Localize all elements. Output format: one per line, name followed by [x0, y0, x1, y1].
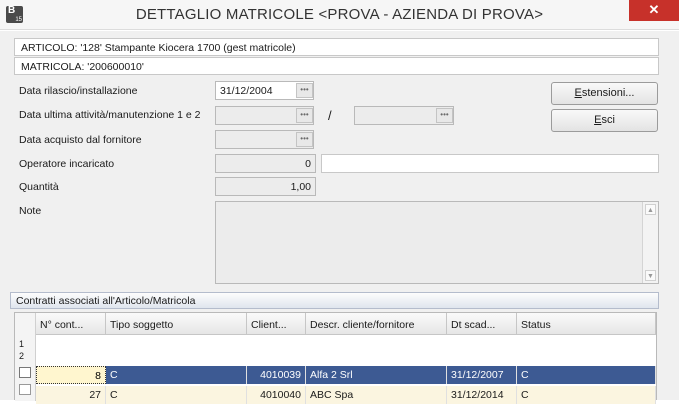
data-acquisto-label: Data acquisto dal fornitore: [19, 134, 142, 146]
esci-button[interactable]: Esci: [551, 109, 658, 132]
quantita-label: Quantità: [19, 181, 59, 193]
cell-cliente[interactable]: 4010039: [247, 366, 306, 384]
matricola-info: MATRICOLA: '200600010': [14, 57, 659, 75]
col-header-cliente[interactable]: Client...: [247, 313, 306, 335]
cell-scadenza[interactable]: 31/12/2007: [447, 366, 517, 384]
contracts-grid[interactable]: 1 2 N° cont... Tipo soggetto Client... D…: [14, 312, 657, 404]
ellipsis-icon: •••: [300, 110, 309, 119]
col-header-descrizione[interactable]: Descr. cliente/fornitore: [306, 313, 447, 335]
data-ultima-1-picker-button[interactable]: •••: [296, 108, 313, 123]
row-index-1: 1: [19, 339, 25, 349]
cell-status[interactable]: C: [517, 386, 656, 404]
cell-descrizione[interactable]: ABC Spa: [306, 386, 447, 404]
col-header-numero[interactable]: N° cont...: [36, 313, 106, 335]
date-separator: /: [328, 108, 332, 123]
data-acquisto-picker-button[interactable]: •••: [296, 132, 313, 147]
data-ultima-label: Data ultima attività/manutenzione 1 e 2: [19, 109, 201, 121]
ellipsis-icon: •••: [300, 85, 309, 94]
note-label: Note: [19, 205, 42, 217]
col-header-tipo[interactable]: Tipo soggetto: [106, 313, 247, 335]
window-title: DETTAGLIO MATRICOLE <PROVA - AZIENDA DI …: [135, 6, 544, 23]
cell-scadenza[interactable]: 31/12/2014: [447, 386, 517, 404]
data-ultima-2-picker-button[interactable]: •••: [436, 108, 453, 123]
grid-list-icon[interactable]: [19, 384, 31, 395]
title-bar: B 15 DETTAGLIO MATRICOLE <PROVA - AZIEND…: [0, 0, 679, 30]
cell-descrizione[interactable]: Alfa 2 Srl: [306, 366, 447, 384]
scroll-up-icon[interactable]: ▲: [645, 204, 656, 215]
grid-row-header: 1 2: [15, 313, 36, 401]
cell-status[interactable]: C: [517, 366, 656, 384]
data-rilascio-picker-button[interactable]: •••: [296, 83, 313, 98]
col-header-scadenza[interactable]: Dt scad...: [447, 313, 517, 335]
note-textarea[interactable]: ▲ ▼: [215, 201, 659, 284]
operatore-label: Operatore incaricato: [19, 158, 115, 170]
data-rilascio-label: Data rilascio/installazione: [19, 85, 138, 97]
grid-settings-icon[interactable]: [19, 367, 31, 378]
articolo-info: ARTICOLO: '128' Stampante Kiocera 1700 (…: [14, 38, 659, 56]
cell-tipo[interactable]: C: [106, 366, 247, 384]
scroll-down-icon[interactable]: ▼: [645, 270, 656, 281]
cell-cliente[interactable]: 4010040: [247, 386, 306, 404]
row-index-2: 2: [19, 351, 25, 361]
operatore-code-field[interactable]: 0: [215, 154, 316, 173]
col-header-status[interactable]: Status: [517, 313, 656, 335]
ellipsis-icon: •••: [440, 110, 449, 119]
operatore-description-field: [321, 154, 659, 173]
cell-numero[interactable]: 27: [36, 386, 106, 404]
close-button[interactable]: ✕: [629, 0, 679, 21]
cell-numero[interactable]: 8: [36, 366, 106, 384]
estensioni-button[interactable]: Estensioni...: [551, 82, 658, 105]
contracts-section-header: Contratti associati all'Articolo/Matrico…: [10, 292, 659, 309]
dialog-body: ARTICOLO: '128' Stampante Kiocera 1700 (…: [0, 31, 679, 404]
ellipsis-icon: •••: [300, 134, 309, 143]
quantita-field[interactable]: 1,00: [215, 177, 316, 196]
cell-tipo[interactable]: C: [106, 386, 247, 404]
note-scrollbar[interactable]: ▲ ▼: [642, 202, 658, 283]
